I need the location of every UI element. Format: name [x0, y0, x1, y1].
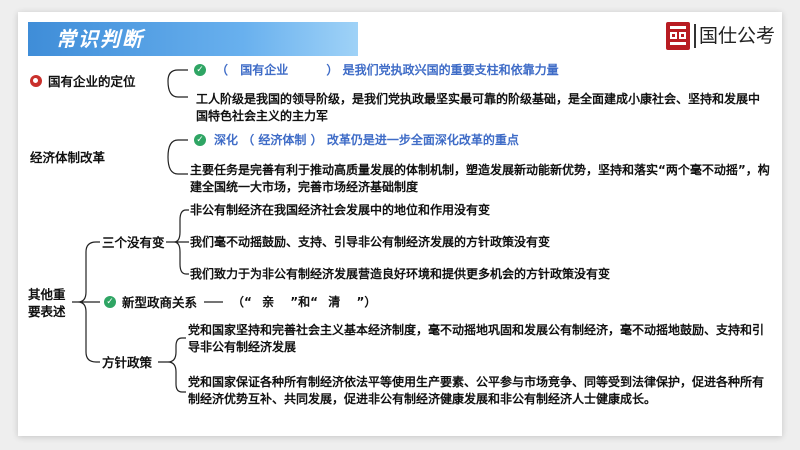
relation-label: 新型政商关系: [122, 295, 198, 310]
reform-statement: 深化 （ 经济体制 ） 改革仍是进一步全面深化改革的重点: [214, 133, 519, 147]
policy-label: 方针政策: [102, 355, 153, 370]
three-unchanged-item: 我们毫不动摇鼓励、支持、引导非公有制经济发展的方针政策没有变: [190, 235, 551, 249]
check-icon: ✓: [194, 134, 206, 146]
check-icon: ✓: [194, 64, 206, 76]
relation-blank-1: 亲: [262, 295, 275, 309]
soe-working-class: 工人阶级是我国的领导阶级，是我们党执政最坚实最可靠的阶级基础，是全面建成小康社会…: [196, 92, 761, 123]
relation-blank-2: 清: [328, 295, 341, 309]
relation-statement: （“ 亲 ”和“ 清 ”）: [232, 295, 377, 309]
slide: 常识判断 国仕公考 国有企业的定位 ✓ （ 国有企业 ） 是我们党执政兴国的重要…: [18, 12, 782, 436]
category-other: 其他重要表述: [28, 287, 66, 319]
three-unchanged-label: 三个没有变: [102, 235, 165, 250]
soe-statement: （ 国有企业 ） 是我们党执政兴国的重要支柱和依靠力量: [216, 63, 559, 77]
three-unchanged-item: 我们致力于为非公有制经济发展营造良好环境和提供更多机会的方针政策没有变: [190, 267, 611, 281]
connector-three: [166, 209, 189, 275]
policy-item: 党和国家保证各种所有制经济依法平等使用生产要素、公平参与市场竞争、同等受到法律保…: [188, 375, 765, 406]
policy-item: 党和国家坚持和完善社会主义基本经济制度，毫不动摇地巩固和发展公有制经济，毫不动摇…: [188, 323, 765, 354]
connector-reform: [167, 139, 188, 175]
three-unchanged-item: 非公有制经济在我国经济社会发展中的地位和作用没有变: [190, 203, 491, 217]
category-marker-icon: [30, 75, 42, 87]
connector-policy: [158, 337, 186, 393]
reform-tasks: 主要任务是完善有利于推动高质量发展的体制机制，塑造发展新动能新优势，坚持和落实“…: [190, 163, 770, 194]
check-icon: ✓: [104, 296, 116, 308]
category-reform: 经济体制改革: [30, 150, 106, 165]
connector-soe: [167, 69, 188, 98]
reform-blank: 经济体制: [258, 133, 307, 147]
connector-other: [72, 241, 100, 363]
category-soe: 国有企业的定位: [48, 74, 136, 89]
soe-blank: 国有企业: [240, 63, 289, 77]
